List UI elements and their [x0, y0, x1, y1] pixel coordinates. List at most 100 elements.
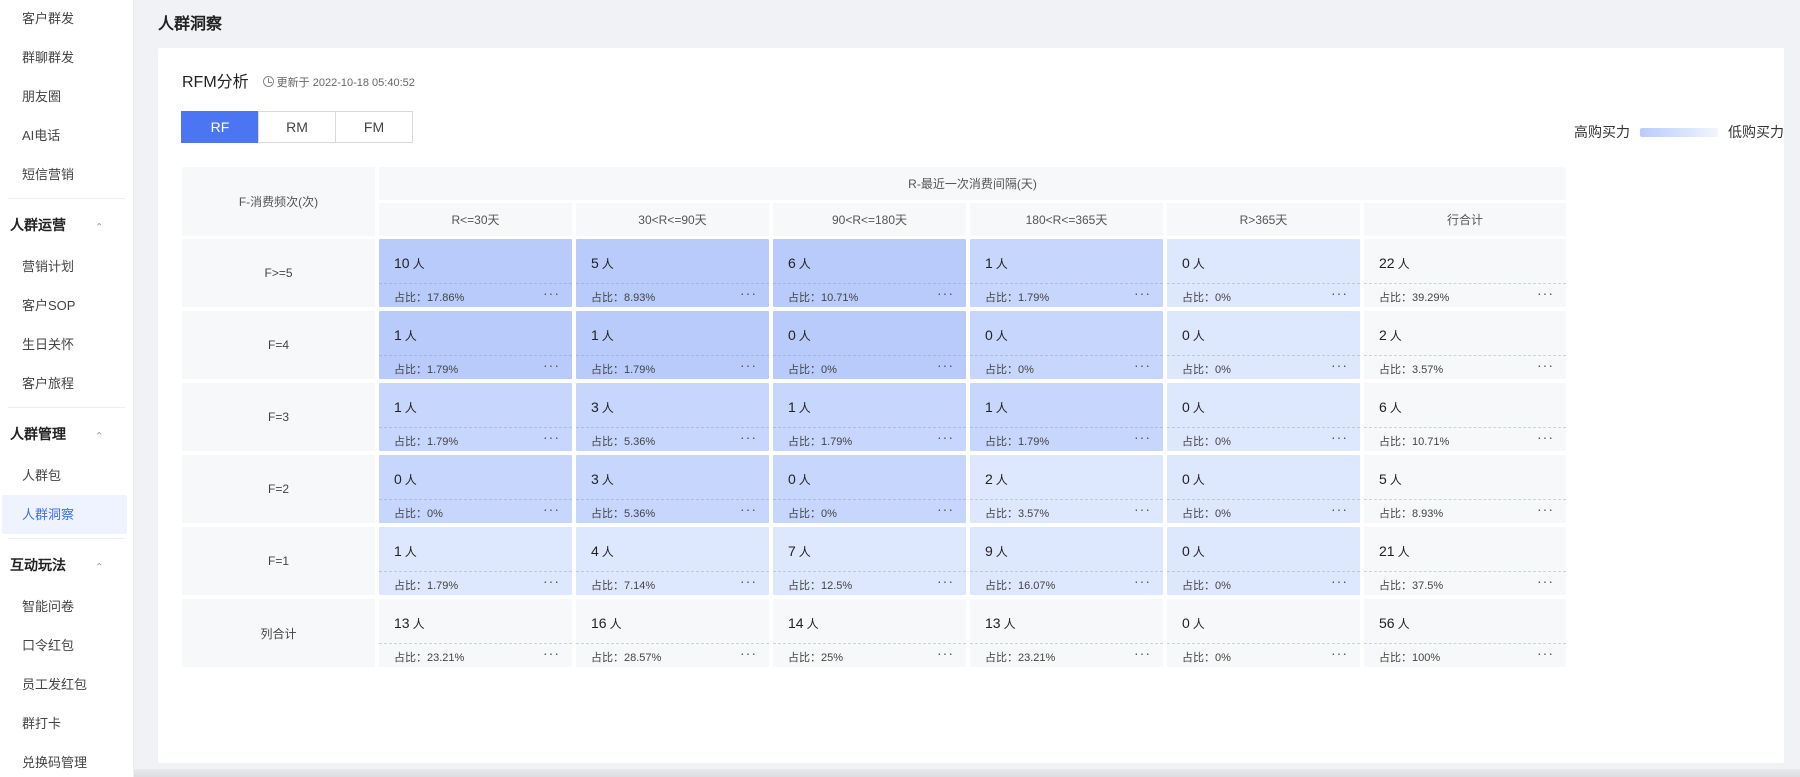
more-icon[interactable]: ··· — [740, 573, 757, 589]
more-icon[interactable]: ··· — [937, 429, 954, 445]
sidebar-item[interactable]: AI电话 — [0, 116, 133, 155]
sidebar-item[interactable]: 人群包 — [0, 456, 133, 495]
rfm-cell[interactable]: 0 人占比：0% ··· — [773, 311, 966, 379]
more-icon[interactable]: ··· — [740, 501, 757, 517]
more-icon[interactable]: ··· — [1134, 429, 1151, 445]
cell-count: 0人 — [1182, 543, 1205, 560]
sidebar-item[interactable]: 朋友圈 — [0, 77, 133, 116]
rfm-cell[interactable]: 1 人占比：1.79% ··· — [379, 311, 572, 379]
more-icon[interactable]: ··· — [543, 285, 560, 301]
more-icon[interactable]: ··· — [1537, 357, 1554, 373]
more-icon[interactable]: ··· — [1331, 285, 1348, 301]
more-icon[interactable]: ··· — [1331, 501, 1348, 517]
more-icon[interactable]: ··· — [1537, 501, 1554, 517]
rfm-cell[interactable]: 0 人占比：0% ··· — [1167, 599, 1360, 667]
more-icon[interactable]: ··· — [937, 285, 954, 301]
more-icon[interactable]: ··· — [740, 429, 757, 445]
rfm-cell[interactable]: 10 人占比：17.86% ··· — [379, 239, 572, 307]
more-icon[interactable]: ··· — [1134, 285, 1151, 301]
more-icon[interactable]: ··· — [1537, 285, 1554, 301]
more-icon[interactable]: ··· — [1134, 573, 1151, 589]
more-icon[interactable]: ··· — [937, 357, 954, 373]
more-icon[interactable]: ··· — [1134, 357, 1151, 373]
sidebar-item[interactable]: 客户SOP — [0, 286, 133, 325]
rfm-cell[interactable]: 0 人占比：0% ··· — [970, 311, 1163, 379]
sidebar-item[interactable]: 智能问卷 — [0, 587, 133, 626]
sidebar-item[interactable]: 兑换码管理 — [0, 743, 133, 777]
more-icon[interactable]: ··· — [1331, 573, 1348, 589]
sidebar-item[interactable]: 口令红包 — [0, 626, 133, 665]
more-icon[interactable]: ··· — [740, 357, 757, 373]
more-icon[interactable]: ··· — [937, 501, 954, 517]
more-icon[interactable]: ··· — [937, 573, 954, 589]
rfm-cell[interactable]: 0 人占比：0% ··· — [1167, 311, 1360, 379]
tab-rf[interactable]: RF — [181, 111, 259, 143]
cell-count: 3人 — [591, 471, 614, 488]
rfm-cell[interactable]: 0 人占比：0% ··· — [1167, 527, 1360, 595]
sidebar-item[interactable]: 员工发红包 — [0, 665, 133, 704]
cell-divider — [379, 499, 572, 500]
rfm-cell[interactable]: 3 人占比：5.36% ··· — [576, 383, 769, 451]
sidebar-item[interactable]: 群打卡 — [0, 704, 133, 743]
more-icon[interactable]: ··· — [543, 429, 560, 445]
pct-value: 8.93% — [624, 292, 656, 304]
more-icon[interactable]: ··· — [543, 357, 560, 373]
sidebar-item[interactable]: 客户旅程 — [0, 364, 133, 403]
rfm-cell[interactable]: 1 人占比：1.79% ··· — [773, 383, 966, 451]
more-icon[interactable]: ··· — [740, 285, 757, 301]
rfm-cell[interactable]: 0 人占比：0% ··· — [1167, 455, 1360, 523]
rfm-cell[interactable]: 5 人占比：8.93% ··· — [576, 239, 769, 307]
rfm-cell[interactable]: 22 人占比：39.29% ··· — [1364, 239, 1566, 307]
more-icon[interactable]: ··· — [1331, 645, 1348, 661]
rfm-cell[interactable]: 0 人占比：0% ··· — [379, 455, 572, 523]
cell-count: 4人 — [591, 543, 614, 560]
more-icon[interactable]: ··· — [1537, 573, 1554, 589]
rfm-cell[interactable]: 3 人占比：5.36% ··· — [576, 455, 769, 523]
rfm-cell[interactable]: 7 人占比：12.5% ··· — [773, 527, 966, 595]
rfm-cell[interactable]: 16 人占比：28.57% ··· — [576, 599, 769, 667]
rfm-cell[interactable]: 0 人占比：0% ··· — [1167, 239, 1360, 307]
rfm-cell[interactable]: 2 人占比：3.57% ··· — [1364, 311, 1566, 379]
sidebar-group-header[interactable]: 人群管理 ⌄ — [0, 412, 133, 456]
more-icon[interactable]: ··· — [1134, 645, 1151, 661]
rfm-cell[interactable]: 5 人占比：8.93% ··· — [1364, 455, 1566, 523]
sidebar-item[interactable]: 短信营销 — [0, 155, 133, 194]
rfm-cell[interactable]: 6 人占比：10.71% ··· — [1364, 383, 1566, 451]
rfm-cell[interactable]: 56 人占比：100% ··· — [1364, 599, 1566, 667]
sidebar-group-header[interactable]: 人群运营 ⌄ — [0, 203, 133, 247]
rfm-cell[interactable]: 6 人占比：10.71% ··· — [773, 239, 966, 307]
sidebar-item[interactable]: 群聊群发 — [0, 38, 133, 77]
more-icon[interactable]: ··· — [1134, 501, 1151, 517]
more-icon[interactable]: ··· — [937, 645, 954, 661]
sidebar-item[interactable]: 营销计划 — [0, 247, 133, 286]
rfm-cell[interactable]: 2 人占比：3.57% ··· — [970, 455, 1163, 523]
rfm-cell[interactable]: 1 人占比：1.79% ··· — [379, 383, 572, 451]
more-icon[interactable]: ··· — [1331, 429, 1348, 445]
rfm-cell[interactable]: 13 人占比：23.21% ··· — [970, 599, 1163, 667]
tab-fm[interactable]: FM — [335, 111, 413, 143]
rfm-cell[interactable]: 1 人占比：1.79% ··· — [576, 311, 769, 379]
rfm-cell[interactable]: 0 人占比：0% ··· — [773, 455, 966, 523]
more-icon[interactable]: ··· — [740, 645, 757, 661]
rfm-cell[interactable]: 1 人占比：1.79% ··· — [970, 383, 1163, 451]
sidebar-item[interactable]: 客户群发 — [0, 0, 133, 38]
rfm-cell[interactable]: 0 人占比：0% ··· — [1167, 383, 1360, 451]
more-icon[interactable]: ··· — [1537, 429, 1554, 445]
sidebar-group-header[interactable]: 互动玩法 ⌄ — [0, 543, 133, 587]
tab-rm[interactable]: RM — [258, 111, 336, 143]
rfm-cell[interactable]: 1 人占比：1.79% ··· — [379, 527, 572, 595]
rfm-cell[interactable]: 9 人占比：16.07% ··· — [970, 527, 1163, 595]
sidebar-item[interactable]: 人群洞察 — [2, 495, 127, 534]
rfm-cell[interactable]: 1 人占比：1.79% ··· — [970, 239, 1163, 307]
rfm-cell[interactable]: 21 人占比：37.5% ··· — [1364, 527, 1566, 595]
more-icon[interactable]: ··· — [1537, 645, 1554, 661]
cell-count: 56 人 — [1379, 615, 1410, 632]
more-icon[interactable]: ··· — [1331, 357, 1348, 373]
rfm-cell[interactable]: 14 人占比：25% ··· — [773, 599, 966, 667]
more-icon[interactable]: ··· — [543, 573, 560, 589]
more-icon[interactable]: ··· — [543, 645, 560, 661]
more-icon[interactable]: ··· — [543, 501, 560, 517]
sidebar-item[interactable]: 生日关怀 — [0, 325, 133, 364]
rfm-cell[interactable]: 13 人占比：23.21% ··· — [379, 599, 572, 667]
rfm-cell[interactable]: 4 人占比：7.14% ··· — [576, 527, 769, 595]
